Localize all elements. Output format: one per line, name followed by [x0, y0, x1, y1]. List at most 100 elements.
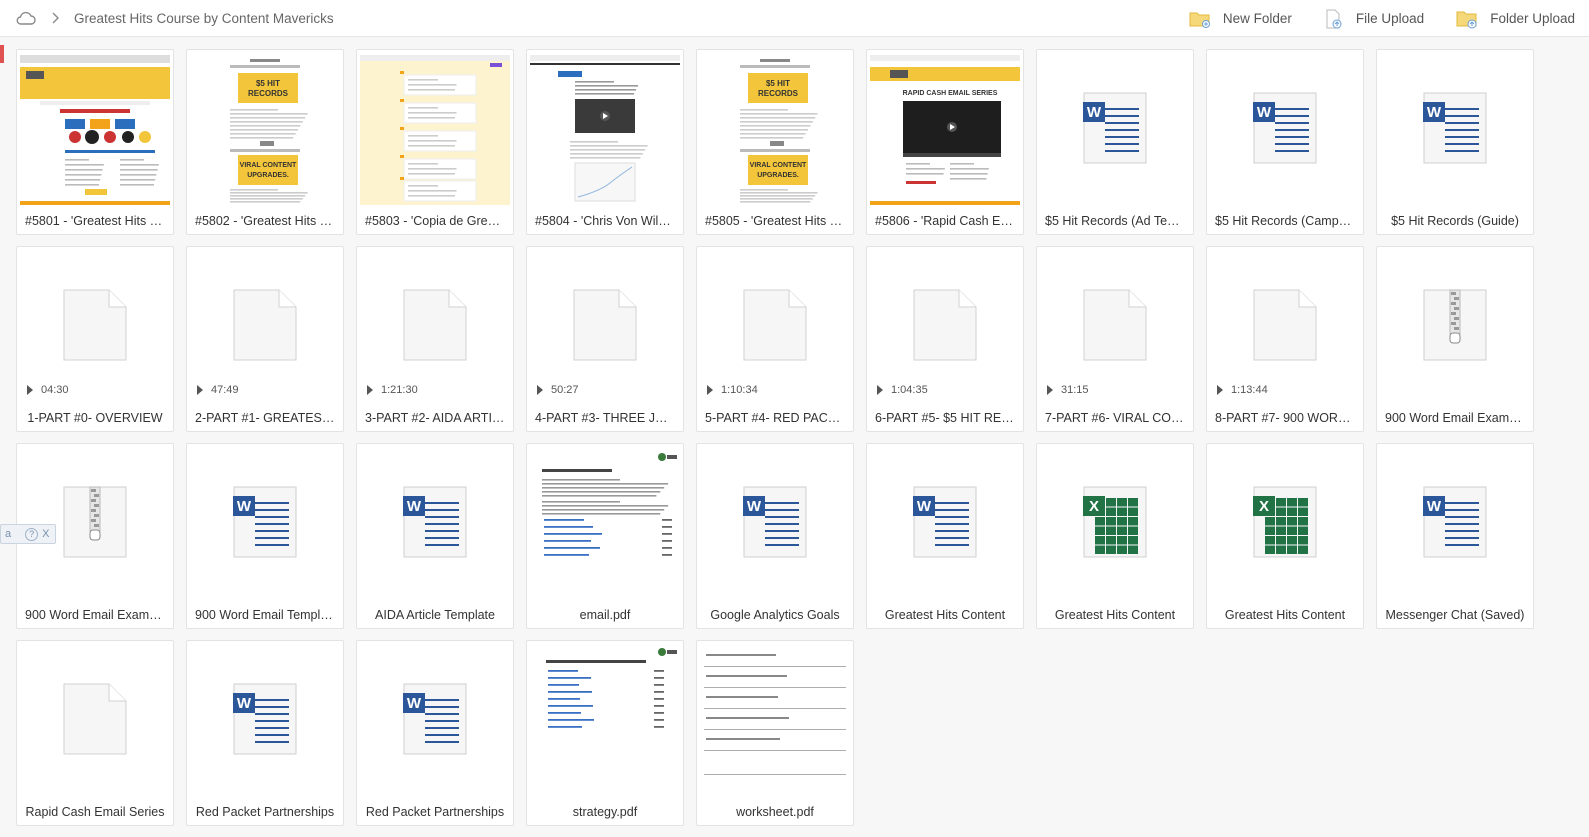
video-duration: 31:15 [1047, 384, 1089, 396]
file-name: 5-PART #4- RED PACKET [705, 411, 853, 425]
file-tile[interactable]: W Google Analytics Goals [696, 443, 854, 629]
file-tile[interactable]: 50:27 4-PART #3- THREE JARS [526, 246, 684, 432]
file-tile[interactable]: W 900 Word Email Template [186, 443, 344, 629]
file-tile[interactable]: email.pdf [526, 443, 684, 629]
file-name: AIDA Article Template [375, 608, 495, 622]
video-duration: 1:13:44 [1217, 384, 1268, 396]
file-upload-icon [1326, 9, 1342, 28]
word-document-icon: W [867, 444, 1023, 600]
word-document-icon: W [1377, 444, 1533, 600]
file-tile[interactable]: 04:30 1-PART #0- OVERVIEW [16, 246, 174, 432]
video-duration: 1:10:34 [707, 384, 758, 396]
file-tile[interactable]: worksheet.pdf [696, 640, 854, 826]
file-tile[interactable]: 1:13:44 8-PART #7- 900 WORD EMAIL [1206, 246, 1364, 432]
video-file-icon [1207, 247, 1363, 403]
file-tile[interactable]: W Messenger Chat (Saved) [1376, 443, 1534, 629]
svg-text:W: W [1427, 104, 1442, 121]
file-tile[interactable]: W $5 Hit Records (Ad Template) [1036, 49, 1194, 235]
file-tile[interactable]: 1:10:34 5-PART #4- RED PACKET [696, 246, 854, 432]
duration-text: 1:04:35 [891, 384, 928, 396]
file-name: strategy.pdf [572, 805, 638, 819]
file-preview-thumbnail [20, 55, 170, 205]
new-folder-icon [1189, 12, 1210, 28]
word-document-icon: W [187, 444, 343, 600]
file-tile[interactable]: #5803 - 'Copia de Greatest Hits' [356, 49, 514, 235]
video-file-icon [1037, 247, 1193, 403]
file-name: #5804 - 'Chris Von Wilpert' [535, 214, 683, 228]
video-duration: 04:30 [27, 384, 69, 396]
help-icon[interactable]: ? [25, 527, 39, 541]
duration-text: 31:15 [1061, 384, 1089, 396]
video-duration: 1:21:30 [367, 384, 418, 396]
floating-toolbar[interactable]: a ? X [0, 524, 56, 544]
file-tile[interactable]: strategy.pdf [526, 640, 684, 826]
video-file-icon [697, 247, 853, 403]
file-tile[interactable]: #5804 - 'Chris Von Wilpert' [526, 49, 684, 235]
file-name: #5802 - 'Greatest Hits Course' [195, 214, 343, 228]
folder-upload-icon [1456, 11, 1477, 28]
file-name: email.pdf [579, 608, 631, 622]
close-icon[interactable]: X [42, 528, 49, 540]
file-name: 900 Word Email Examples [25, 608, 173, 622]
file-tile[interactable]: W Red Packet Partnerships [356, 640, 514, 826]
file-tile[interactable]: #5801 - 'Greatest Hits Course' [16, 49, 174, 235]
floating-toolbar-text: a [5, 528, 12, 540]
generic-file-icon [17, 641, 173, 797]
word-document-icon: W [1207, 50, 1363, 206]
file-tile[interactable]: 900 Word Email Examples [1376, 246, 1534, 432]
svg-text:$5 HIT: $5 HIT [256, 79, 280, 88]
play-icon [1047, 385, 1053, 395]
file-tile[interactable]: X Greatest Hits Content [1206, 443, 1364, 629]
breadcrumb: Greatest Hits Course by Content Maverick… [0, 11, 334, 26]
file-name: 900 Word Email Template [195, 608, 338, 622]
file-name: $5 Hit Records (Campaign) [1215, 214, 1363, 228]
file-upload-button[interactable]: File Upload [1324, 9, 1424, 29]
file-preview-thumbnail [530, 55, 680, 205]
breadcrumb-current[interactable]: Greatest Hits Course by Content Maverick… [74, 11, 334, 26]
file-name: 3-PART #2- AIDA ARTICLE [365, 411, 513, 425]
file-name: Google Analytics Goals [710, 608, 840, 622]
file-tile[interactable]: 1:21:30 3-PART #2- AIDA ARTICLE [356, 246, 514, 432]
folder-upload-label: Folder Upload [1490, 11, 1575, 26]
file-tile[interactable]: 1:04:35 6-PART #5- $5 HIT RECORDS [866, 246, 1024, 432]
file-name: #5803 - 'Copia de Greatest Hits' [365, 214, 513, 228]
svg-text:W: W [237, 498, 252, 515]
duration-text: 50:27 [551, 384, 579, 396]
file-tile[interactable]: W Red Packet Partnerships [186, 640, 344, 826]
file-name: 4-PART #3- THREE JARS [535, 411, 681, 425]
file-tile[interactable]: W $5 Hit Records (Guide) [1376, 49, 1534, 235]
svg-text:W: W [407, 498, 422, 515]
file-name: 6-PART #5- $5 HIT RECORDS [875, 411, 1023, 425]
file-tile[interactable]: Rapid Cash Email Series [16, 640, 174, 826]
file-name: Greatest Hits Content [1224, 608, 1346, 622]
file-preview-thumbnail [530, 449, 680, 599]
new-folder-button[interactable]: New Folder [1189, 10, 1292, 28]
play-icon [537, 385, 543, 395]
file-name: Red Packet Partnerships [195, 805, 335, 819]
duration-text: 47:49 [211, 384, 239, 396]
word-document-icon: W [357, 641, 513, 797]
file-tile[interactable]: W $5 Hit Records (Campaign) [1206, 49, 1364, 235]
file-tile[interactable]: $5 HIT RECORDS VIRAL CONTENT UPGRADES. #58… [696, 49, 854, 235]
video-file-icon [187, 247, 343, 403]
file-preview-thumbnail [360, 55, 510, 205]
file-tile[interactable]: $5 HIT RECORDS VIRAL CONTENT UPGRADES. #58… [186, 49, 344, 235]
file-tile[interactable]: 31:15 7-PART #6- VIRAL CONTENT [1036, 246, 1194, 432]
file-tile[interactable]: W AIDA Article Template [356, 443, 514, 629]
video-duration: 47:49 [197, 384, 239, 396]
cloud-icon[interactable] [16, 11, 36, 25]
red-edge-marker [0, 45, 4, 63]
file-tile[interactable]: X Greatest Hits Content [1036, 443, 1194, 629]
file-grid: #5801 - 'Greatest Hits Course' $5 HITREC… [16, 49, 1534, 826]
duration-text: 1:13:44 [1231, 384, 1268, 396]
file-tile[interactable]: 47:49 2-PART #1- GREATEST HITS [186, 246, 344, 432]
zip-archive-icon [17, 444, 173, 600]
video-file-icon [17, 247, 173, 403]
chevron-right-icon [52, 12, 59, 24]
svg-text:X: X [1259, 498, 1269, 515]
file-name: 8-PART #7- 900 WORD EMAIL [1215, 411, 1363, 425]
file-tile[interactable]: W Greatest Hits Content [866, 443, 1024, 629]
file-tile[interactable]: RAPID CASH EMAIL SERIES #5806 - 'Rapid C… [866, 49, 1024, 235]
file-name: $5 Hit Records (Ad Template) [1045, 214, 1193, 228]
folder-upload-button[interactable]: Folder Upload [1456, 9, 1575, 29]
